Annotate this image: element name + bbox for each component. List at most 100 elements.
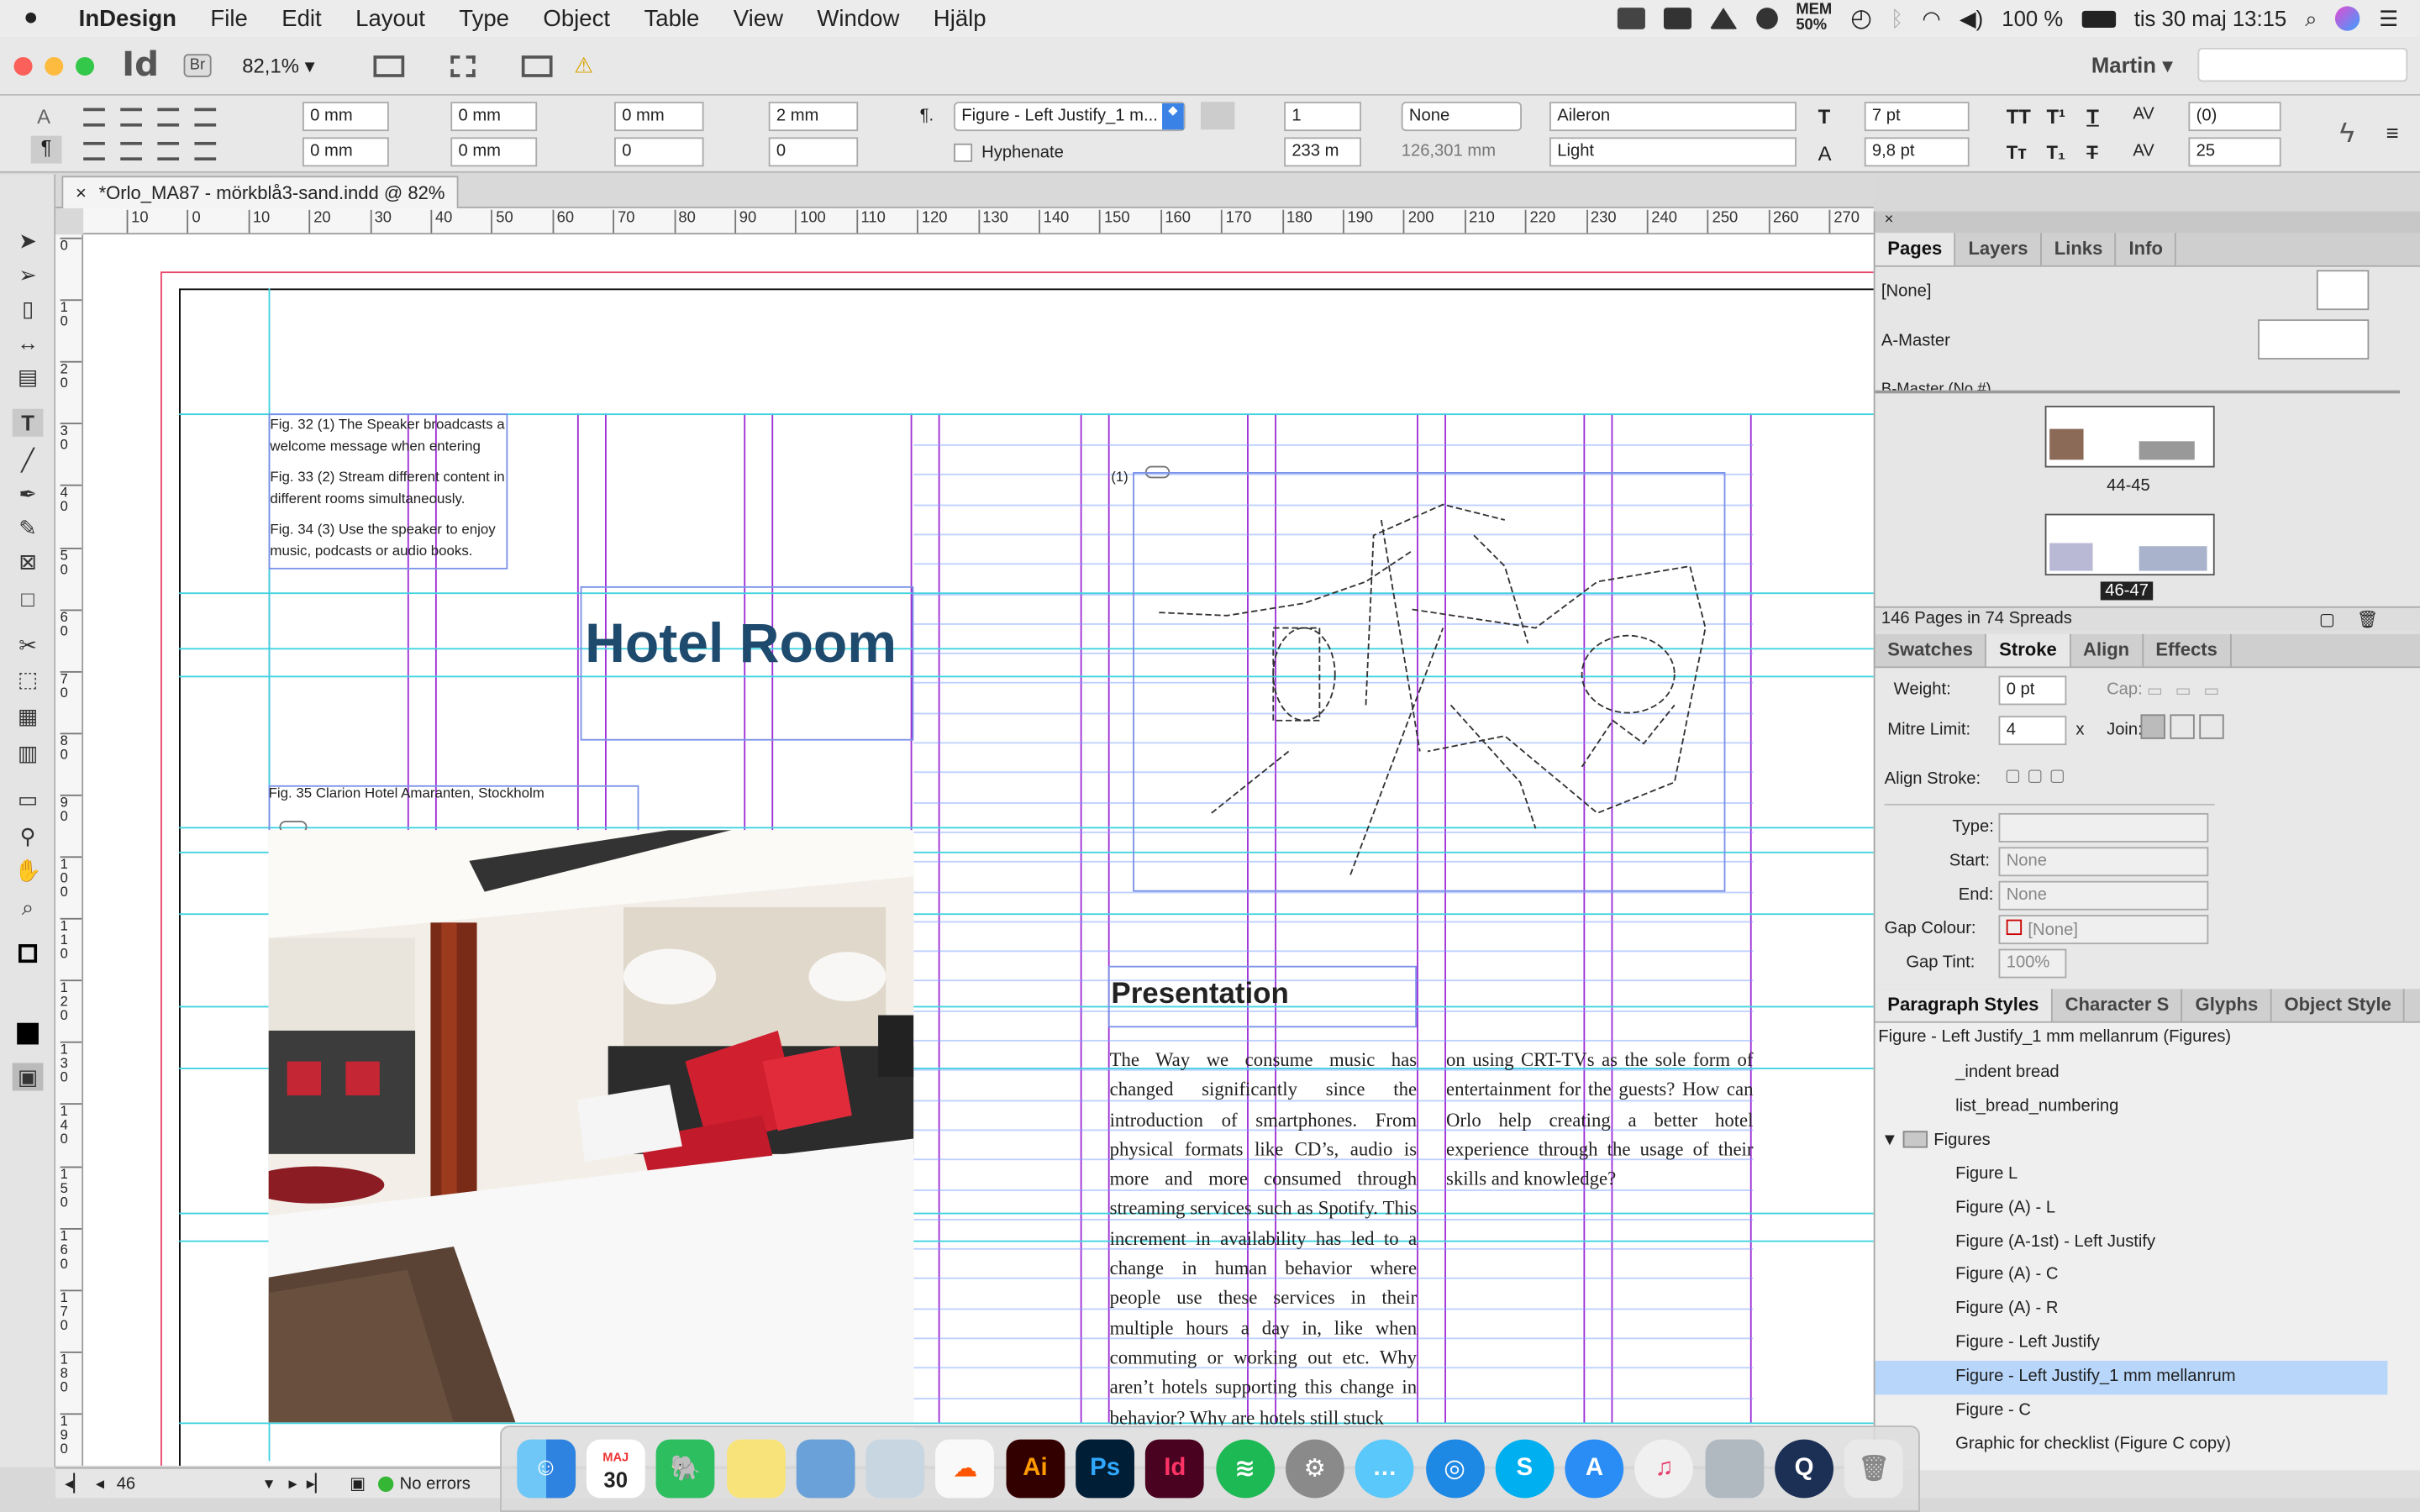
paragraph-style-item[interactable]: Figure (A-1st) - Left Justify — [1876, 1226, 2388, 1259]
scissors-tool-icon[interactable]: ✂ — [13, 631, 44, 659]
style-group-figures[interactable]: ▼ Figures — [1876, 1125, 2388, 1158]
skype-icon[interactable]: S — [1495, 1439, 1555, 1499]
note-tool-icon[interactable]: ▭ — [13, 785, 44, 813]
direct-selection-tool-icon[interactable]: ➢ — [13, 260, 44, 288]
last-line-indent-field[interactable]: 0 mm — [450, 137, 538, 167]
line-tool-icon[interactable]: ╱ — [13, 446, 44, 474]
menu-window[interactable]: Window — [800, 5, 916, 31]
justify-right-icon[interactable] — [157, 141, 180, 161]
page-dropdown-icon[interactable]: ▾ — [265, 1473, 273, 1494]
tab-align[interactable]: Align — [2070, 633, 2144, 667]
rectangle-frame-tool-icon[interactable]: ⊠ — [13, 548, 44, 575]
menu-help[interactable]: Hjälp — [917, 5, 1003, 31]
calendar-icon[interactable]: MAJ 30 — [586, 1439, 645, 1499]
istat-icon[interactable] — [1755, 8, 1778, 29]
battery-percent[interactable]: 100 % — [2002, 6, 2063, 30]
zoom-tool-icon[interactable]: ⌕ — [13, 893, 44, 921]
finder-icon[interactable]: ☺ — [516, 1439, 576, 1499]
apple-menu-icon[interactable]: ● — [0, 5, 61, 33]
column-width-field[interactable]: 233 m — [1284, 137, 1361, 167]
panel-menu-icon[interactable]: ≡ — [2386, 120, 2399, 144]
hotel-room-photo[interactable] — [268, 830, 914, 1423]
cap-buttons[interactable]: ▭▭▭ — [2147, 680, 2232, 701]
tab-links[interactable]: Links — [2042, 233, 2117, 265]
tab-character-styles[interactable]: Character S — [2053, 989, 2183, 1021]
bluetooth-icon[interactable]: ᛒ — [1891, 6, 1903, 30]
gap-tool-icon[interactable]: ↔ — [13, 328, 44, 356]
photoshop-icon[interactable]: Ps — [1076, 1439, 1135, 1499]
type-tool-icon[interactable]: T — [12, 408, 44, 437]
start-select[interactable]: None — [1998, 847, 2209, 877]
spotlight-icon[interactable]: ⌕ — [2305, 5, 2317, 31]
hyphenate-checkbox[interactable] — [954, 143, 973, 162]
master-a[interactable]: A-Master — [1881, 332, 1950, 350]
clock[interactable]: tis 30 maj 13:15 — [2134, 6, 2287, 30]
delete-page-icon[interactable]: 🗑 — [2357, 609, 2379, 629]
previous-page-button[interactable]: ◂ — [96, 1473, 104, 1494]
stroke-weight-field[interactable]: 0 pt — [1998, 675, 2067, 706]
fill-stroke-icon[interactable] — [13, 940, 44, 968]
app-store-icon[interactable]: A — [1565, 1439, 1624, 1499]
system-preferences-icon[interactable]: ⚙ — [1285, 1439, 1344, 1499]
free-transform-tool-icon[interactable]: ⬚ — [13, 665, 44, 693]
align-center-icon[interactable] — [120, 108, 142, 127]
user-menu[interactable]: Martin ▾ — [2091, 52, 2173, 78]
paragraph-style-item[interactable]: Graphic for checklist (Figure C copy) — [1876, 1429, 2388, 1462]
drop-cap-chars-field[interactable]: 0 — [768, 137, 859, 167]
space-after-field[interactable]: 2 mm — [768, 102, 859, 132]
notification-center-icon[interactable]: ☰ — [2379, 5, 2398, 31]
zoom-window-button[interactable] — [75, 56, 95, 76]
close-window-button[interactable] — [13, 56, 33, 76]
menu-type[interactable]: Type — [442, 5, 526, 31]
tracking-field[interactable]: 25 — [2188, 137, 2281, 167]
menu-edit[interactable]: Edit — [265, 5, 339, 31]
align-stroke-buttons[interactable]: ▢▢▢ — [2005, 765, 2071, 785]
zoom-level-select[interactable]: 82,1% ▾ — [242, 53, 314, 77]
tab-stroke[interactable]: Stroke — [1986, 633, 2071, 667]
selection-tool-icon[interactable]: ➤ — [13, 227, 44, 255]
master-a-thumb[interactable] — [2258, 319, 2370, 360]
left-indent-field[interactable]: 0 mm — [302, 102, 389, 132]
mitre-limit-field[interactable]: 4 — [1998, 716, 2067, 746]
end-select[interactable]: None — [1998, 880, 2209, 911]
align-to-grid-on-icon[interactable] — [1201, 139, 1234, 166]
body-text-column-1[interactable]: The Way we consume music has changed sig… — [1110, 1046, 1418, 1425]
image-capture-icon[interactable] — [865, 1439, 925, 1499]
trash-icon[interactable]: 🗑 — [1844, 1439, 1904, 1499]
tab-effects[interactable]: Effects — [2144, 633, 2232, 667]
justify-center-icon[interactable] — [120, 141, 142, 161]
tab-layers[interactable]: Layers — [1956, 233, 2043, 265]
preflight-profile-icon[interactable]: ▣ — [350, 1473, 366, 1494]
paragraph-style-item[interactable]: Figure (A) - L — [1876, 1192, 2388, 1226]
close-tab-icon[interactable]: × — [76, 182, 87, 204]
justify-last-left-icon[interactable] — [194, 108, 217, 127]
menu-file[interactable]: File — [193, 5, 265, 31]
align-right-icon[interactable] — [157, 108, 180, 127]
arrange-documents-icon[interactable] — [521, 55, 553, 76]
justify-left-icon[interactable] — [83, 141, 105, 161]
tab-pages[interactable]: Pages — [1875, 233, 1956, 265]
align-left-icon[interactable] — [83, 108, 105, 127]
safari-icon[interactable]: ◎ — [1425, 1439, 1484, 1499]
paragraph-style-item[interactable]: _indent bread — [1876, 1057, 2388, 1090]
sketch-frame[interactable] — [1133, 472, 1726, 892]
drop-cap-lines-field[interactable]: 0 — [614, 137, 704, 167]
gap-colour-select[interactable]: [None] — [1998, 915, 2209, 945]
preflight-status[interactable]: No errors — [400, 1474, 471, 1493]
menu-indesign[interactable]: InDesign — [61, 5, 193, 31]
content-collector-icon[interactable]: ▤ — [13, 363, 44, 391]
superscript-icon[interactable]: T¹ — [2046, 105, 2065, 129]
all-caps-icon[interactable]: TT — [2007, 105, 2031, 129]
soundcloud-icon[interactable]: ☁ — [935, 1439, 995, 1499]
font-size-field[interactable]: 7 pt — [1864, 102, 1970, 132]
pen-tool-icon[interactable]: ✒ — [13, 480, 44, 507]
underline-icon[interactable]: T — [2086, 105, 2099, 129]
align-to-grid-off-icon[interactable] — [1200, 102, 1235, 130]
paragraph-style-item[interactable]: Figure - Left Justify — [1876, 1327, 2388, 1361]
volume-icon[interactable]: ◀) — [1960, 5, 1983, 31]
span-columns-field[interactable]: 1 — [1284, 102, 1361, 132]
paragraph-style-select[interactable]: Figure - Left Justify_1 m... ◆ — [954, 102, 1186, 132]
illustrator-icon[interactable]: Ai — [1006, 1439, 1065, 1499]
tab-paragraph-styles[interactable]: Paragraph Styles — [1875, 989, 2053, 1021]
next-page-button[interactable]: ▸ — [289, 1473, 297, 1494]
